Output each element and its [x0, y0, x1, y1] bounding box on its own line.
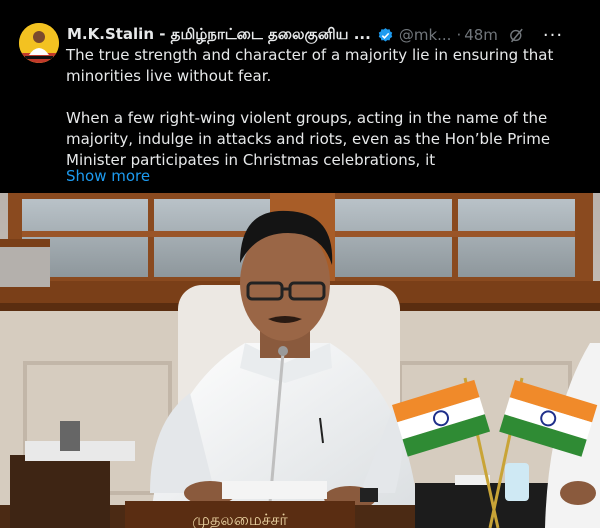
- more-icon[interactable]: ···: [543, 25, 563, 46]
- tweet-paragraph-2: When a few right-wing violent groups, ac…: [66, 109, 551, 169]
- verified-badge-icon: [378, 27, 393, 42]
- tweet-photo[interactable]: முதலமைச்சர்: [0, 193, 600, 528]
- tweet[interactable]: M.K.Stalin - தமிழ்நாட்டை தலைகுனிய ... @m…: [0, 0, 600, 193]
- author-name[interactable]: M.K.Stalin - தமிழ்நாட்டை தலைகுனிய ...: [67, 25, 371, 45]
- author-handle[interactable]: @mk...: [399, 26, 452, 44]
- timestamp[interactable]: 48m: [464, 26, 498, 44]
- show-more-link[interactable]: Show more: [66, 167, 150, 185]
- tweet-paragraph-1: The true strength and character of a maj…: [66, 46, 554, 85]
- avatar[interactable]: [19, 23, 59, 63]
- tweet-text: The true strength and character of a maj…: [66, 45, 594, 171]
- nameplate-text: முதலமைச்சர்: [192, 510, 288, 528]
- tweet-header: M.K.Stalin - தமிழ்நாட்டை தலைகுனிய ... @m…: [67, 24, 592, 46]
- separator-dot: ·: [456, 26, 462, 44]
- grok-icon[interactable]: [508, 27, 525, 44]
